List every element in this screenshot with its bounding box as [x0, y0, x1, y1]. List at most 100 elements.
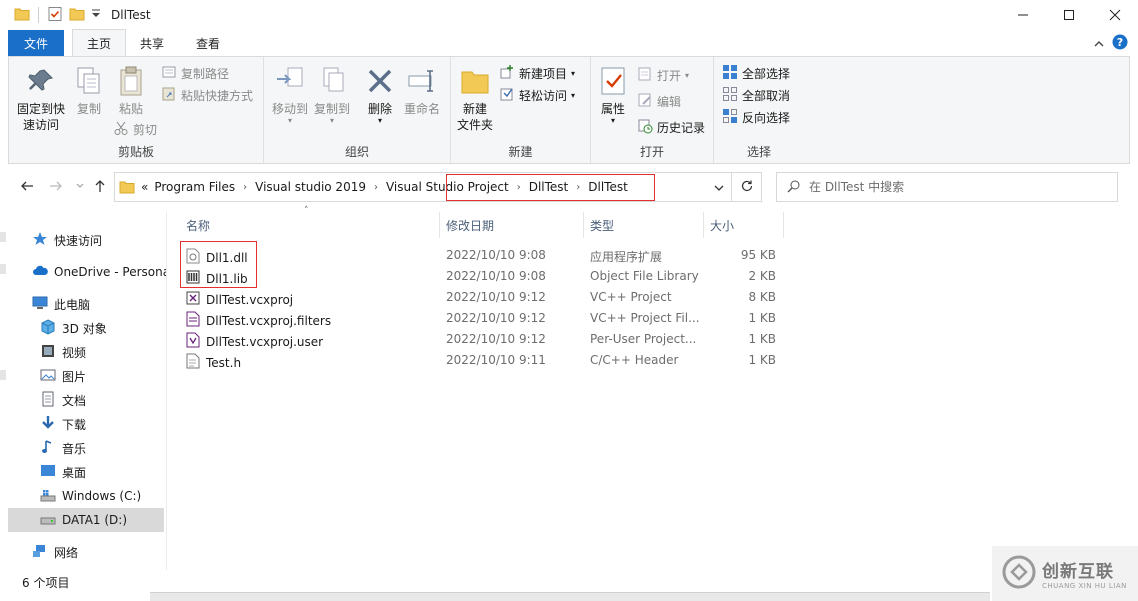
group-label-select: 选择: [746, 145, 771, 159]
pin-quick-access-button[interactable]: 固定到快 速访问: [15, 65, 67, 133]
nav-pictures[interactable]: 图片: [40, 364, 86, 388]
easy-access-button[interactable]: 轻松访问 ▾: [499, 85, 575, 105]
search-input[interactable]: [809, 180, 1109, 194]
new-folder-label-line2: 文件夹: [456, 118, 493, 132]
file-row[interactable]: Test.h 2022/10/10 9:11 C/C++ Header 1 KB: [180, 350, 780, 371]
window-title: DllTest: [111, 8, 151, 22]
nav-quick-access[interactable]: 快速访问: [32, 228, 102, 252]
move-to-button[interactable]: 移动到 ▾: [270, 65, 310, 125]
nav-documents[interactable]: 文档: [40, 388, 86, 412]
copy-path-icon: [161, 64, 177, 83]
address-highlight-box: [446, 174, 655, 201]
search-box[interactable]: [776, 172, 1118, 202]
cut-button[interactable]: 剪切: [113, 119, 157, 139]
paste-button[interactable]: 粘贴: [113, 65, 149, 117]
nav-onedrive[interactable]: OneDrive - Persona: [32, 260, 166, 284]
new-folder-icon[interactable]: [69, 6, 85, 25]
column-name[interactable]: 名称: [180, 212, 440, 238]
nav-music[interactable]: 音乐: [40, 436, 86, 460]
minimize-button[interactable]: [1000, 0, 1046, 30]
pane-edge-mark: [0, 232, 6, 242]
address-bar[interactable]: « Program Files › Visual studio 2019 › V…: [114, 172, 762, 202]
tab-view[interactable]: 查看: [182, 30, 234, 56]
group-select: 全部选择 全部取消 反向选择 选择: [714, 57, 804, 163]
address-dropdown-icon[interactable]: [713, 182, 725, 196]
tab-file[interactable]: 文件: [8, 30, 65, 56]
pane-splitter[interactable]: [166, 212, 167, 570]
file-row[interactable]: DllTest.vcxproj 2022/10/10 9:12 VC++ Pro…: [180, 287, 780, 308]
new-item-button[interactable]: 新建项目 ▾: [499, 63, 575, 83]
delete-button[interactable]: 删除 ▾: [362, 65, 398, 125]
tab-home[interactable]: 主页: [72, 29, 127, 56]
nav-network[interactable]: 网络: [32, 540, 78, 564]
invert-selection-label: 反向选择: [742, 110, 791, 125]
paste-shortcut-label: 粘贴快捷方式: [181, 88, 254, 103]
edit-button[interactable]: 编辑: [637, 91, 681, 111]
open-button[interactable]: 打开 ▾: [637, 65, 689, 85]
copy-to-button[interactable]: 复制到 ▾: [312, 65, 352, 125]
history-icon: [637, 118, 653, 137]
easy-access-icon: [499, 86, 515, 105]
maximize-button[interactable]: [1046, 0, 1092, 30]
scissors-icon: [113, 120, 129, 139]
nav-videos[interactable]: 视频: [40, 340, 86, 364]
group-open: 属性 ▾ 打开 ▾ 编辑 历史记录 打开: [591, 57, 714, 163]
help-icon[interactable]: ?: [1112, 34, 1128, 53]
copy-button[interactable]: 复制: [71, 65, 107, 117]
new-folder-button[interactable]: 新建 文件夹: [455, 65, 495, 133]
background-window-strip: [150, 592, 990, 601]
nav-downloads[interactable]: 下载: [40, 412, 86, 436]
close-button[interactable]: [1092, 0, 1138, 30]
rename-button[interactable]: 重命名: [402, 65, 442, 117]
select-all-icon: [722, 64, 738, 83]
select-all-button[interactable]: 全部选择: [722, 63, 790, 83]
ribbon-tabs: 文件 主页 共享 查看 ?: [0, 29, 1138, 56]
nav-label: 图片: [62, 369, 87, 384]
computer-icon: [32, 295, 48, 314]
breadcrumb-visual-studio-2019[interactable]: Visual studio 2019: [255, 180, 366, 194]
easy-access-label: 轻松访问: [519, 88, 568, 103]
navigation-bar: « Program Files › Visual studio 2019 › V…: [0, 170, 1138, 204]
file-name: DllTest.vcxproj.user: [206, 334, 324, 349]
tab-share[interactable]: 共享: [126, 30, 178, 56]
copy-path-button[interactable]: 复制路径: [161, 63, 229, 83]
nav-label: 音乐: [62, 441, 87, 456]
recent-locations-button[interactable]: [72, 178, 88, 194]
file-size: 1 KB: [748, 332, 776, 346]
nav-label: Windows (C:): [62, 489, 142, 503]
file-row[interactable]: Dll1.lib 2022/10/10 9:08 Object File Lib…: [180, 266, 780, 287]
nav-label: 快速访问: [54, 233, 103, 248]
up-button[interactable]: [92, 178, 108, 194]
customize-toolbar-icon[interactable]: [91, 8, 101, 23]
nav-desktop[interactable]: 桌面: [40, 460, 86, 484]
column-date[interactable]: 修改日期: [440, 212, 584, 238]
open-label: 打开: [657, 68, 682, 83]
invert-selection-button[interactable]: 反向选择: [722, 107, 790, 127]
back-button[interactable]: [19, 178, 35, 194]
refresh-icon: [740, 179, 754, 196]
refresh-button[interactable]: [731, 173, 761, 201]
group-label-new: 新建: [508, 145, 533, 159]
expand-ribbon-icon[interactable]: [1094, 37, 1104, 51]
group-new: 新建 文件夹 新建项目 ▾ 轻松访问 ▾ 新建: [451, 57, 591, 163]
cut-label: 剪切: [133, 122, 158, 137]
breadcrumb-program-files[interactable]: Program Files: [154, 180, 235, 194]
picture-icon: [40, 367, 56, 386]
history-button[interactable]: 历史记录: [637, 117, 705, 137]
properties-button[interactable]: 属性 ▾: [595, 65, 631, 125]
select-none-button[interactable]: 全部取消: [722, 85, 790, 105]
column-size[interactable]: 大小: [704, 212, 784, 238]
paste-shortcut-button[interactable]: 粘贴快捷方式: [161, 85, 253, 105]
column-type[interactable]: 类型: [584, 212, 704, 238]
file-row[interactable]: Dll1.dll 2022/10/10 9:08 应用程序扩展 95 KB: [180, 245, 780, 266]
nav-drive-c[interactable]: Windows (C:): [40, 484, 141, 508]
file-row[interactable]: DllTest.vcxproj.user 2022/10/10 9:12 Per…: [180, 329, 780, 350]
nav-drive-d[interactable]: DATA1 (D:): [8, 508, 164, 532]
file-row[interactable]: DllTest.vcxproj.filters 2022/10/10 9:12 …: [180, 308, 780, 329]
address-overflow[interactable]: «: [141, 180, 148, 194]
nav-this-pc[interactable]: 此电脑: [32, 292, 90, 316]
copy-icon: [73, 65, 105, 97]
nav-3d-objects[interactable]: 3D 对象: [40, 316, 107, 340]
properties-icon[interactable]: [47, 6, 63, 25]
forward-button[interactable]: [48, 178, 64, 194]
